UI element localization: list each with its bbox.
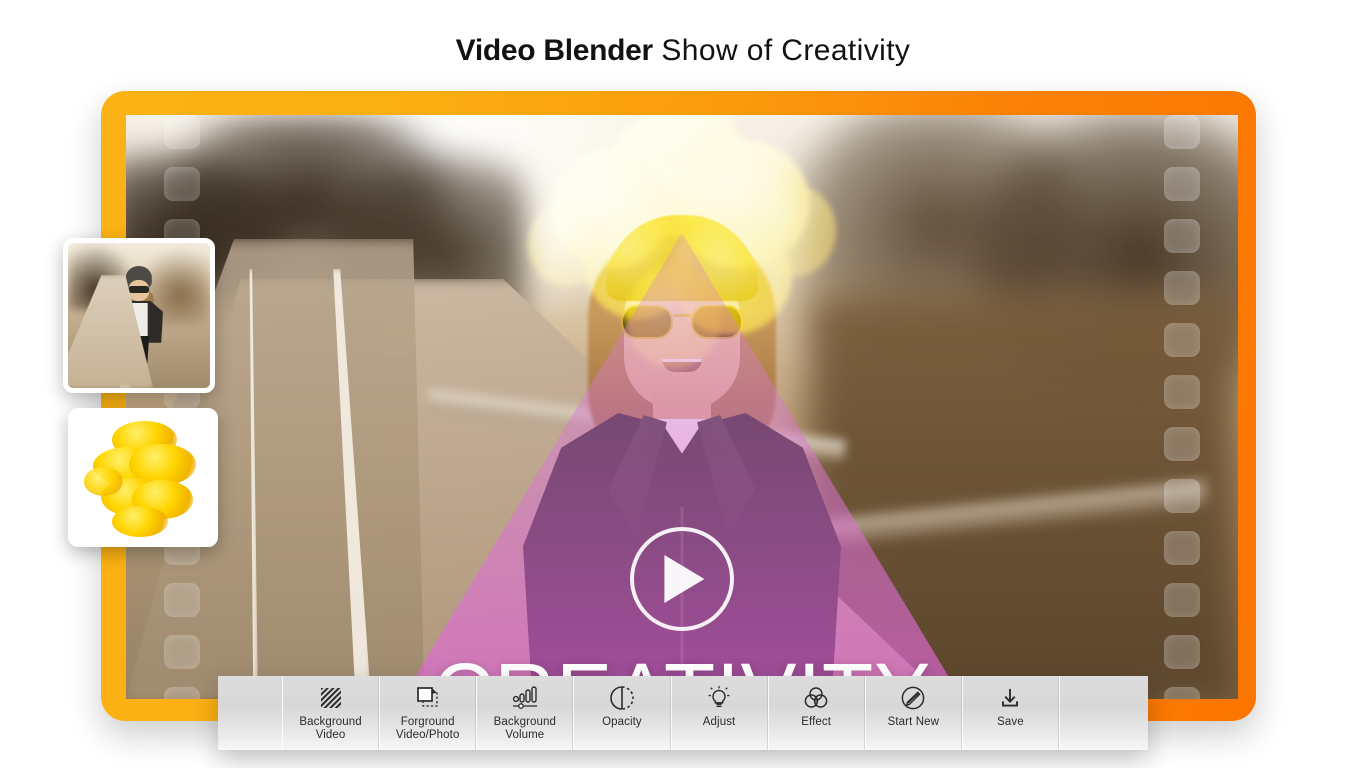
film-perforations-left	[156, 115, 208, 699]
toolbar-label-line1: Opacity	[602, 716, 642, 728]
pencil-circle-icon	[899, 683, 927, 713]
toolbar-right-spacer	[1059, 676, 1148, 750]
page-title-brand: Video Blender	[455, 34, 654, 67]
toolbar-label-line1: Background	[299, 716, 362, 728]
toolbar-label-line1: Background	[493, 716, 556, 728]
background-video-thumbnail[interactable]	[63, 238, 215, 393]
page-title: Video Blender Show of Creativity	[0, 34, 1366, 68]
page-title-tagline: Show of Creativity	[661, 34, 911, 67]
toolbar-item-background-volume[interactable]: Background Volume	[476, 676, 574, 750]
toolbar-label-line1: Forground	[400, 716, 455, 728]
play-icon[interactable]	[630, 527, 734, 631]
toolbar-label-line1: Start New	[887, 716, 939, 728]
toolbar-item-foreground-video-photo[interactable]: Forground Video/Photo	[379, 676, 477, 750]
opacity-circle-icon	[609, 683, 635, 713]
video-frame: CREATIVITY	[101, 91, 1256, 721]
thumbnail-road-scene	[68, 243, 210, 388]
toolbar-item-save[interactable]: Save	[961, 676, 1059, 750]
video-preview[interactable]: CREATIVITY	[126, 115, 1238, 699]
hatched-square-icon	[318, 683, 344, 713]
toolbar: Background Video Forground Video/Photo B…	[218, 676, 1148, 750]
toolbar-label-line2: Video/Photo	[395, 729, 460, 741]
film-perforations-right	[1156, 115, 1208, 699]
toolbar-item-start-new[interactable]: Start New	[864, 676, 962, 750]
toolbar-item-opacity[interactable]: Opacity	[573, 676, 671, 750]
person-sunglasses	[621, 305, 743, 339]
venn-circles-icon	[802, 683, 830, 713]
video-frame-inner: CREATIVITY	[126, 115, 1238, 699]
toolbar-label-line1: Effect	[801, 716, 832, 728]
toolbar-label-line1: Adjust	[702, 716, 736, 728]
toolbar-item-background-video[interactable]: Background Video	[282, 676, 380, 750]
toolbar-item-adjust[interactable]: Adjust	[670, 676, 768, 750]
layers-copy-icon	[414, 683, 442, 713]
lightbulb-icon	[706, 683, 732, 713]
volume-bars-icon	[510, 683, 540, 713]
person-beanie	[606, 215, 758, 301]
toolbar-label-line1: Save	[997, 716, 1024, 728]
toolbar-left-spacer	[218, 676, 282, 750]
download-icon	[997, 683, 1023, 713]
toolbar-item-effect[interactable]: Effect	[767, 676, 865, 750]
thumbnail-ink-cloud	[73, 413, 213, 542]
toolbar-label-line2: Volume	[505, 729, 545, 741]
toolbar-label-line2: Video	[315, 729, 346, 741]
foreground-video-thumbnail[interactable]	[68, 408, 218, 547]
